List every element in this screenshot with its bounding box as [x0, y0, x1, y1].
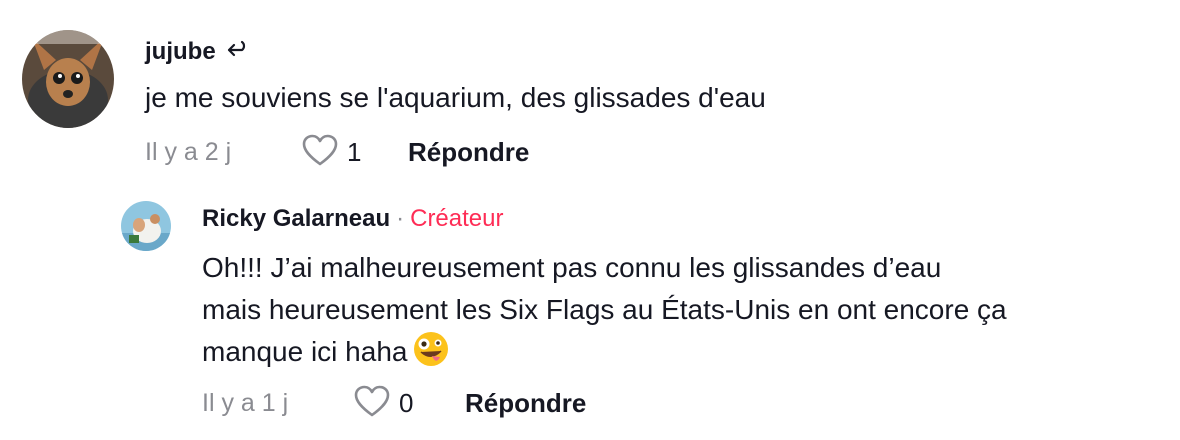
reply-text-line-last: manque ici haha — [202, 331, 1162, 379]
reply-username[interactable]: Ricky Galarneau — [202, 205, 390, 232]
creator-badge: Créateur — [410, 205, 504, 232]
reply-text: Oh!!! J’ai malheureusement pas connu les… — [202, 247, 1162, 379]
avatar-jujube[interactable] — [22, 30, 114, 128]
reply-username-row: Ricky Galarneau · Créateur — [202, 205, 503, 233]
separator-dot: · — [396, 205, 405, 232]
like-count: 1 — [347, 137, 362, 167]
like-button[interactable]: 1 — [301, 133, 361, 172]
reply-text-line: Oh!!! J’ai malheureusement pas connu les… — [202, 252, 942, 283]
reply-text-line: mais heureusement les Six Flags au États… — [202, 294, 1007, 325]
heart-icon — [301, 133, 339, 172]
zany-face-icon — [413, 331, 449, 379]
comment-username[interactable]: jujube — [145, 38, 250, 67]
reply-like-count: 0 — [399, 388, 414, 418]
username-text: jujube — [145, 38, 216, 65]
comment-text: je me souviens se l'aquarium, des glissa… — [145, 82, 766, 113]
reply-arrow-icon — [226, 39, 250, 67]
reply-like-button[interactable]: 0 — [353, 384, 413, 423]
reply-timestamp: Il y a 1 j — [202, 389, 289, 417]
reply-reply-button[interactable]: Répondre — [465, 388, 586, 419]
heart-icon — [353, 384, 391, 423]
avatar-ricky[interactable] — [121, 201, 171, 251]
comment-timestamp: Il y a 2 j — [145, 138, 232, 166]
reply-button[interactable]: Répondre — [408, 137, 529, 168]
